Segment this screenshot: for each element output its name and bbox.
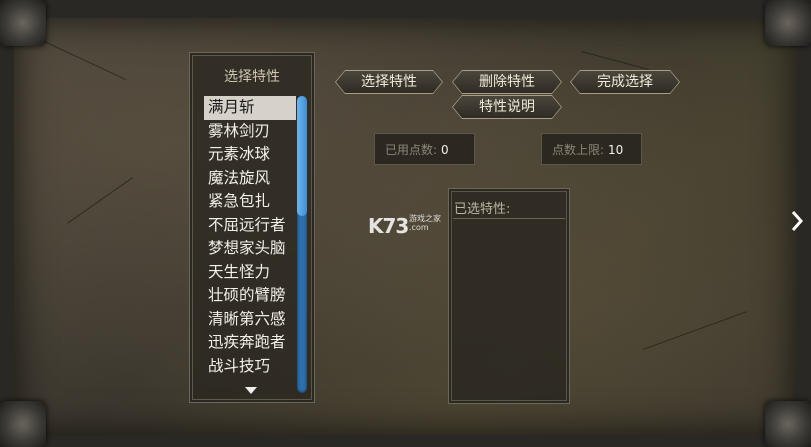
trait-list-item[interactable]: 天生怪力 [204,261,296,285]
trait-list-item[interactable]: 壮硕的臂膀 [204,284,296,308]
points-limit-value: 10 [608,143,624,157]
trait-list-item[interactable]: 战斗技巧 [204,355,296,379]
trait-list-item[interactable]: 清晰第六感 [204,308,296,332]
points-limit-label: 点数上限: [552,143,605,157]
used-points-box: 已用点数: 0 [374,133,475,165]
trait-list-item[interactable]: 梦想家头脑 [204,237,296,261]
frame-corner-ornament [0,0,46,46]
trait-list[interactable]: 满月斩 雾林剑刃 元素冰球 魔法旋风 紧急包扎 不屈远行者 梦想家头脑 天生怪力 壮硕的臂膀 清晰… [204,96,296,378]
watermark-logo: K73 [368,214,409,238]
trait-list-item[interactable]: 不屈远行者 [204,214,296,238]
scroll-down-arrow-icon[interactable] [245,387,257,394]
points-limit-box: 点数上限: 10 [541,133,642,165]
frame-corner-ornament [765,0,811,46]
watermark-sub: 游戏之家 .com [409,214,441,232]
delete-trait-button[interactable]: 删除特性 [453,71,561,93]
trait-list-item[interactable]: 迅疾奔跑者 [204,331,296,355]
frame-corner-ornament [765,401,811,447]
next-page-chevron-icon[interactable] [790,210,804,232]
selected-traits-title: 已选特性: [454,202,511,217]
selected-traits-panel: 已选特性: [448,188,570,404]
select-trait-button[interactable]: 选择特性 [336,71,442,93]
trait-list-item[interactable]: 满月斩 [204,96,296,120]
watermark-sub-line1: 游戏之家 [409,214,441,223]
trait-list-item[interactable]: 魔法旋风 [204,167,296,191]
watermark-sub-line2: .com [409,223,429,232]
finish-selection-button[interactable]: 完成选择 [571,71,679,93]
used-points-value: 0 [441,143,449,157]
divider [453,218,565,219]
trait-list-item[interactable]: 紧急包扎 [204,190,296,214]
scrollbar-thumb[interactable] [297,96,307,216]
trait-description-button[interactable]: 特性说明 [453,96,561,118]
frame-corner-ornament [0,401,46,447]
trait-list-item[interactable]: 元素冰球 [204,143,296,167]
used-points-label: 已用点数: [385,143,438,157]
trait-list-title: 选择特性 [224,69,280,85]
trait-list-panel: 选择特性 满月斩 雾林剑刃 元素冰球 魔法旋风 紧急包扎 不屈远行者 梦想家头脑 天生怪力 壮硕… [189,52,315,403]
trait-list-item[interactable]: 雾林剑刃 [204,120,296,144]
